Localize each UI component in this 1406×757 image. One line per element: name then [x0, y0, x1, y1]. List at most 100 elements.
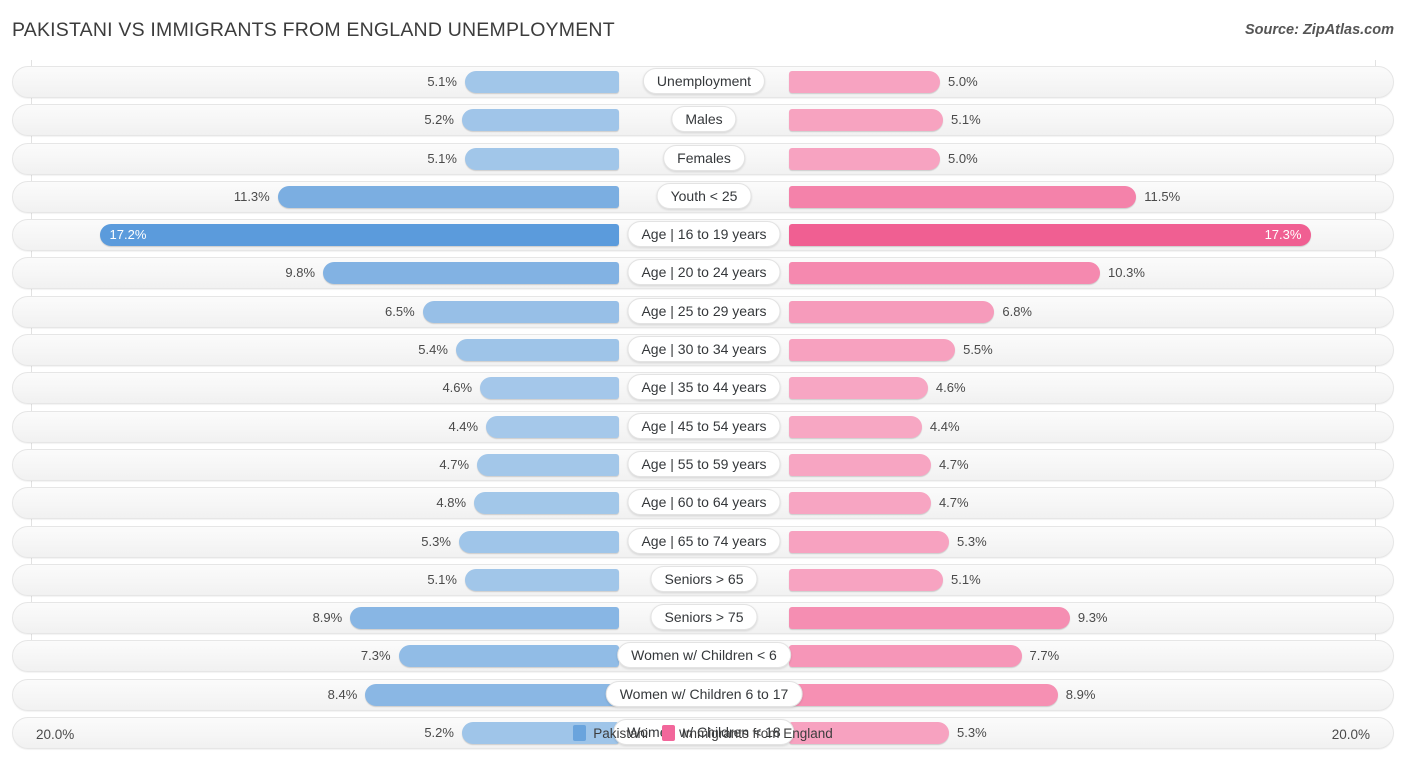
bar-pakistani	[422, 300, 619, 323]
value-label-immigrants-from-england: 5.1%	[951, 571, 981, 587]
bar-pakistani	[398, 645, 619, 668]
chart-row: 4.6% 4.6% Age | 35 to 44 years	[12, 372, 1394, 405]
legend-item: Pakistani	[573, 725, 648, 741]
value-label-immigrants-from-england: 4.7%	[938, 456, 969, 472]
value-label-pakistani: 4.4%	[448, 418, 479, 434]
category-label: Age | 25 to 29 years	[627, 297, 781, 324]
bar-immigrants-from-england	[789, 530, 950, 553]
chart-row: 11.3% 11.5% Youth < 25	[12, 180, 1394, 213]
category-label: Age | 20 to 24 years	[627, 259, 781, 286]
category-label: Age | 65 to 74 years	[627, 527, 781, 554]
chart-row: 4.8% 4.7% Age | 60 to 64 years	[12, 487, 1394, 520]
value-label-immigrants-from-england: 9.3%	[1077, 610, 1108, 626]
value-label-pakistani: 5.1%	[427, 74, 457, 89]
value-label-pakistani: 6.5%	[385, 303, 415, 319]
value-label-pakistani: 8.4%	[327, 686, 358, 702]
category-label: Women w/ Children < 6	[617, 642, 791, 669]
bar-pakistani	[277, 185, 619, 208]
category-label: Females	[663, 144, 745, 171]
bar-immigrants-from-england	[789, 568, 944, 591]
bar-pakistani	[464, 147, 619, 170]
bar-pakistani	[486, 415, 619, 438]
chart-row: 6.5% 6.8% Age | 25 to 29 years	[12, 295, 1394, 328]
value-label-immigrants-from-england: 5.5%	[963, 342, 993, 358]
value-label-immigrants-from-england: 4.7%	[938, 495, 969, 511]
bar-pakistani	[323, 262, 619, 285]
bar-pakistani	[474, 492, 619, 515]
category-label: Seniors > 75	[650, 604, 758, 631]
value-label-pakistani: 11.3%	[233, 188, 270, 204]
bar-immigrants-from-england	[789, 71, 940, 93]
value-label-immigrants-from-england: 8.9%	[1065, 686, 1096, 702]
category-label: Age | 45 to 54 years	[627, 412, 781, 439]
bar-immigrants-from-england	[789, 147, 940, 170]
bar-pakistani	[99, 224, 619, 247]
legend-item: Immigrants from England	[661, 725, 833, 741]
value-label-pakistani: 5.3%	[421, 533, 451, 549]
bar-pakistani	[350, 607, 619, 630]
category-label: Males	[671, 106, 737, 133]
chart-header: PAKISTANI VS IMMIGRANTS FROM ENGLAND UNE…	[0, 0, 1406, 56]
value-label-pakistani: 7.3%	[360, 648, 391, 664]
chart-plot-area: 5.1% 5.0% Unemployment 5.2% 5.1% Males 5.1% 5.0…	[0, 60, 1406, 750]
category-label: Age | 60 to 64 years	[627, 489, 781, 516]
value-label-immigrants-from-england: 5.0%	[948, 74, 978, 89]
value-label-pakistani: 5.1%	[427, 571, 457, 587]
chart-row: 9.8% 10.3% Age | 20 to 24 years	[12, 257, 1394, 290]
value-label-pakistani: 5.2%	[424, 112, 454, 128]
bar-pakistani	[464, 568, 619, 591]
chart-row: 4.4% 4.4% Age | 45 to 54 years	[12, 410, 1394, 443]
chart-footer: 20.0% 20.0% Pakistani Immigrants from Eng…	[0, 718, 1406, 757]
value-label-pakistani: 8.9%	[312, 610, 343, 626]
bar-pakistani	[480, 377, 619, 400]
category-label: Age | 16 to 19 years	[627, 221, 781, 248]
value-label-immigrants-from-england: 4.4%	[929, 418, 960, 434]
value-label-pakistani: 4.8%	[436, 495, 467, 511]
chart-row: 5.1% 5.0% Females	[12, 142, 1394, 175]
category-label: Age | 35 to 44 years	[627, 374, 781, 401]
value-label-immigrants-from-england: 5.3%	[957, 533, 987, 549]
bar-immigrants-from-england	[789, 224, 1312, 247]
source-attribution: Source: ZipAtlas.com	[1244, 22, 1394, 38]
value-label-immigrants-from-england: 17.3%	[1264, 227, 1302, 243]
value-label-immigrants-from-england: 4.6%	[935, 380, 966, 396]
category-label: Youth < 25	[656, 182, 752, 209]
value-label-pakistani: 5.4%	[418, 342, 448, 358]
chart-row: 5.1% 5.0% Unemployment	[12, 66, 1394, 98]
bar-immigrants-from-england	[789, 607, 1070, 630]
value-label-pakistani: 4.6%	[442, 380, 473, 396]
chart-rows: 5.1% 5.0% Unemployment 5.2% 5.1% Males 5.1% 5.0…	[12, 66, 1394, 755]
bar-immigrants-from-england	[789, 683, 1058, 706]
value-label-immigrants-from-england: 10.3%	[1108, 265, 1145, 281]
bar-immigrants-from-england	[789, 300, 995, 323]
value-label-pakistani: 4.7%	[439, 456, 470, 472]
chart-row: 5.4% 5.5% Age | 30 to 34 years	[12, 334, 1394, 367]
chart-row: 8.4% 8.9% Women w/ Children 6 to 17	[12, 678, 1394, 711]
bar-immigrants-from-england	[789, 262, 1101, 285]
value-label-immigrants-from-england: 11.5%	[1144, 188, 1181, 204]
bar-pakistani	[464, 71, 619, 93]
page-title: PAKISTANI VS IMMIGRANTS FROM ENGLAND UNE…	[12, 19, 615, 41]
bar-immigrants-from-england	[789, 645, 1022, 668]
category-label: Age | 55 to 59 years	[627, 450, 781, 477]
legend-label: Pakistani	[593, 725, 648, 741]
chart-row: 5.2% 5.1% Males	[12, 104, 1394, 137]
value-label-immigrants-from-england: 6.8%	[1002, 303, 1032, 319]
bar-immigrants-from-england	[789, 492, 931, 515]
value-label-pakistani: 9.8%	[285, 265, 316, 281]
category-label: Unemployment	[642, 68, 766, 94]
chart-row: 8.9% 9.3% Seniors > 75	[12, 602, 1394, 635]
bar-pakistani	[477, 453, 619, 476]
bar-pakistani	[461, 109, 619, 132]
chart-row: 4.7% 4.7% Age | 55 to 59 years	[12, 448, 1394, 481]
value-label-pakistani: 5.1%	[427, 150, 457, 166]
bar-immigrants-from-england	[789, 415, 922, 438]
bar-pakistani	[458, 530, 619, 553]
value-label-immigrants-from-england: 7.7%	[1029, 648, 1060, 664]
legend-label: Immigrants from England	[681, 725, 833, 741]
category-label: Age | 30 to 34 years	[627, 336, 781, 363]
legend-swatch-icon	[661, 725, 675, 741]
value-label-pakistani: 17.2%	[109, 227, 147, 243]
chart-row: 17.2% 17.3% Age | 16 to 19 years	[12, 219, 1394, 252]
category-label: Women w/ Children 6 to 17	[605, 680, 803, 707]
